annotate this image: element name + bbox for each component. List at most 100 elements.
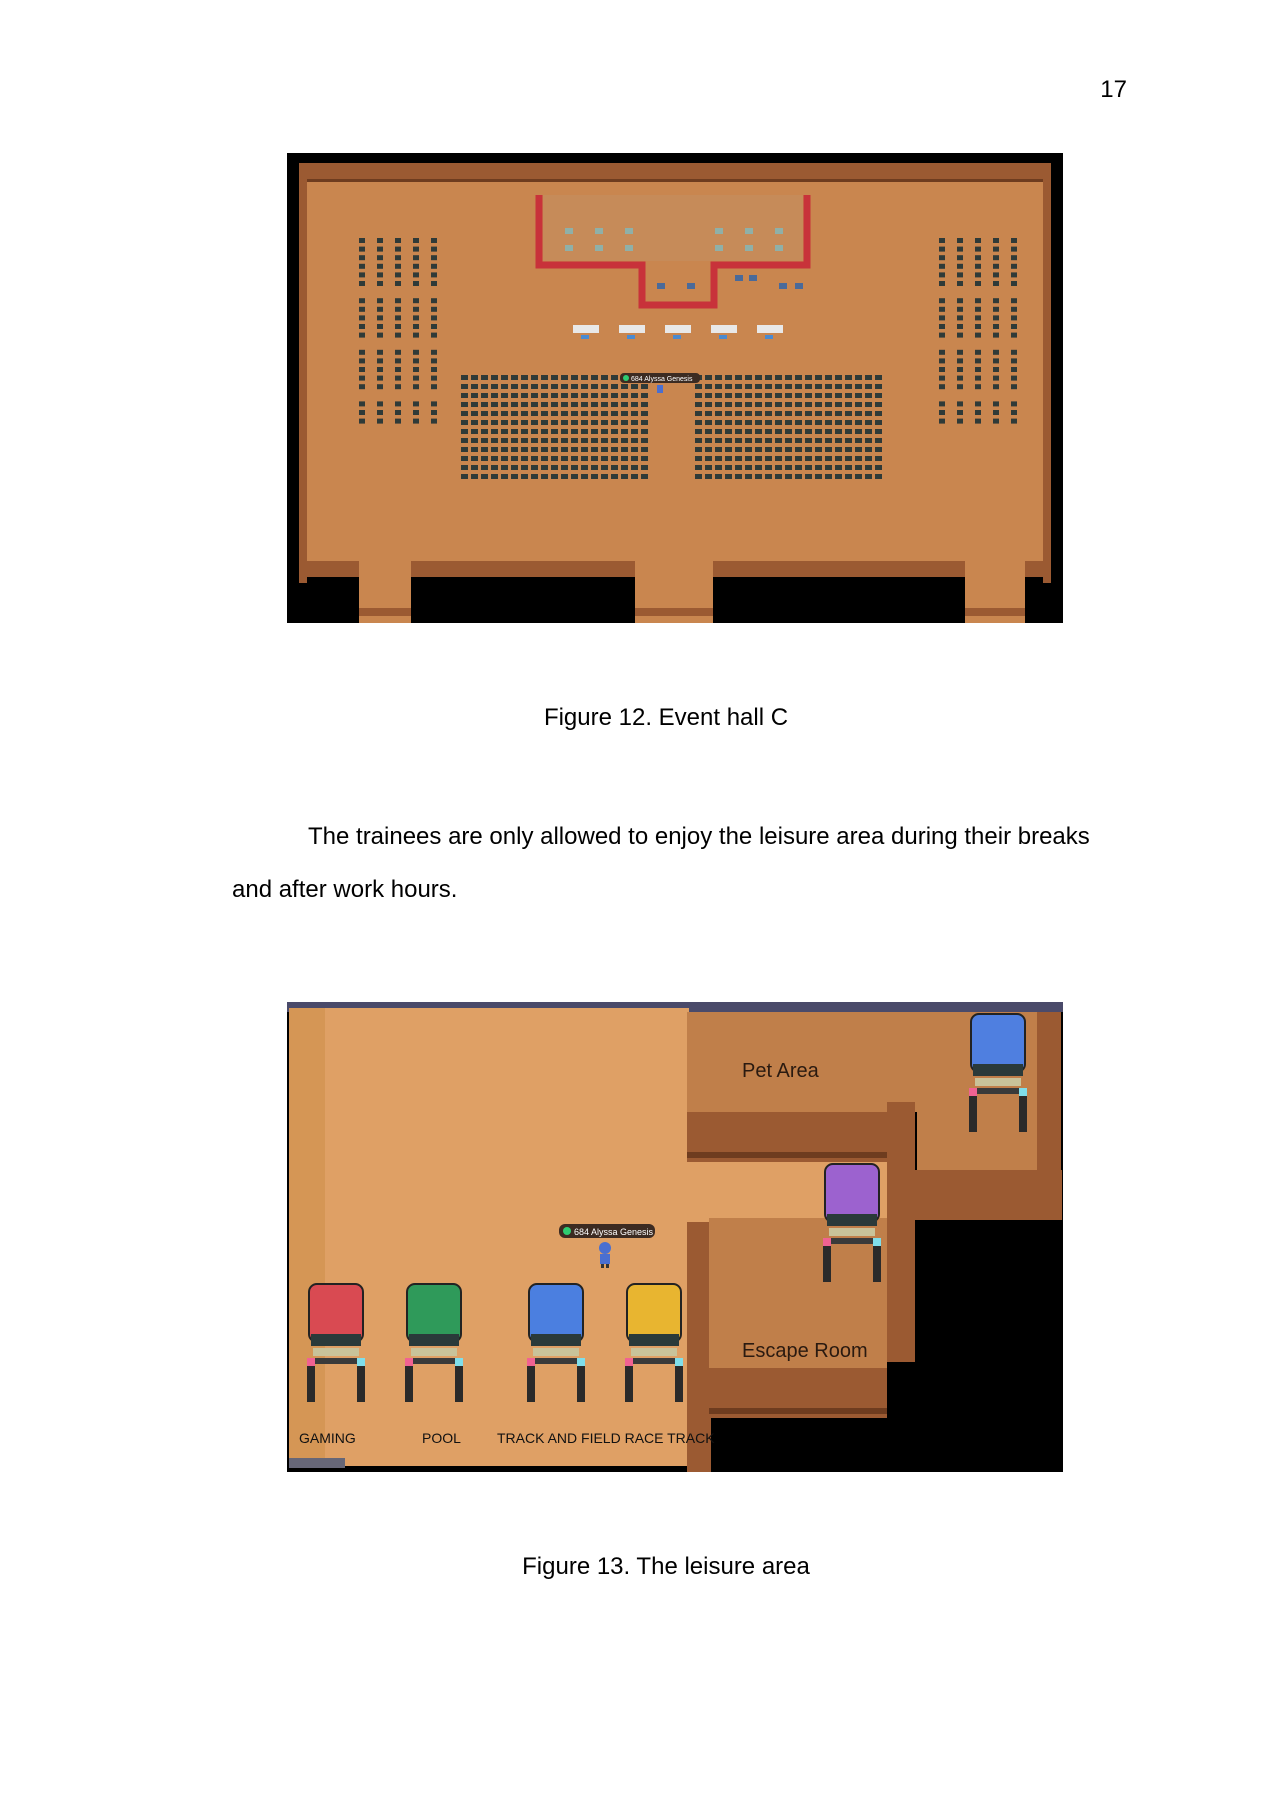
chair: [551, 474, 558, 479]
chair: [571, 438, 578, 443]
chair: [745, 420, 752, 425]
chair: [805, 438, 812, 443]
desk: [757, 325, 783, 333]
chair: [705, 384, 712, 389]
chair: [855, 456, 862, 461]
chair: [939, 315, 945, 321]
chair: [501, 384, 508, 389]
gaming-label: GAMING: [299, 1430, 356, 1446]
chair: [431, 255, 437, 261]
chair: [431, 375, 437, 381]
avatar-name-label: 684 Alyssa Genesis: [574, 1227, 654, 1237]
chair: [395, 384, 401, 390]
chair: [939, 306, 945, 312]
chair: [993, 263, 999, 269]
chair: [377, 246, 383, 252]
stage-seat: [745, 228, 753, 234]
chair: [975, 246, 981, 252]
chair: [805, 375, 812, 380]
stage-seat: [565, 245, 573, 251]
chair: [621, 474, 628, 479]
chair: [521, 384, 528, 389]
chair: [377, 332, 383, 338]
chair: [865, 465, 872, 470]
chair: [1011, 246, 1017, 252]
chair: [571, 375, 578, 380]
chair: [521, 447, 528, 452]
chair: [501, 411, 508, 416]
chair: [765, 474, 772, 479]
chair: [581, 474, 588, 479]
chair: [621, 384, 628, 389]
chair: [765, 402, 772, 407]
chair: [601, 429, 608, 434]
chair: [695, 384, 702, 389]
chair: [631, 447, 638, 452]
chair: [413, 238, 419, 243]
chair: [541, 393, 548, 398]
figure-13-caption: Figure 13. The leisure area: [522, 1553, 810, 1580]
stage-item: [749, 275, 757, 281]
chair: [541, 429, 548, 434]
chair: [581, 384, 588, 389]
chair: [571, 465, 578, 470]
chair: [715, 465, 722, 470]
chair: [1011, 384, 1017, 390]
chair: [431, 401, 437, 407]
chair: [957, 263, 963, 269]
chair: [561, 375, 568, 380]
chair: [511, 429, 518, 434]
chair: [845, 474, 852, 479]
chair: [755, 411, 762, 416]
chair: [571, 393, 578, 398]
chair: [359, 324, 365, 329]
chair: [621, 438, 628, 443]
chair: [581, 375, 588, 380]
chair: [975, 332, 981, 338]
chair: [471, 456, 478, 461]
leisure-area-figure: Pet Area Escape Room GAMING POOL TRACK A…: [287, 1002, 1063, 1472]
chair: [413, 349, 419, 355]
chair: [715, 393, 722, 398]
chair: [641, 393, 648, 398]
chair: [461, 375, 468, 380]
chair: [875, 429, 882, 434]
chair: [631, 474, 638, 479]
chair: [865, 375, 872, 380]
stage-seat: [775, 245, 783, 251]
chair: [521, 474, 528, 479]
chair: [715, 384, 722, 389]
chair: [561, 420, 568, 425]
chair: [735, 447, 742, 452]
chair: [631, 393, 638, 398]
chair: [835, 429, 842, 434]
hall-top-wall: [299, 163, 1051, 179]
chair: [939, 255, 945, 261]
chair: [975, 349, 981, 355]
chair: [845, 402, 852, 407]
chair: [377, 281, 383, 286]
chair: [481, 402, 488, 407]
chair: [845, 465, 852, 470]
chair: [735, 474, 742, 479]
chair: [601, 402, 608, 407]
chair: [491, 456, 498, 461]
chair: [431, 367, 437, 372]
event-hall-figure: 684 Alyssa Genesis: [287, 153, 1063, 623]
chair: [395, 375, 401, 381]
chair: [591, 465, 598, 470]
chair: [735, 420, 742, 425]
chair: [993, 306, 999, 312]
chair: [775, 402, 782, 407]
chair: [521, 375, 528, 380]
chair: [755, 429, 762, 434]
stage-seat: [715, 245, 723, 251]
chair: [511, 456, 518, 461]
chair: [501, 420, 508, 425]
chair: [825, 456, 832, 461]
desk-chair: [627, 335, 635, 339]
chair: [957, 358, 963, 364]
chair: [611, 420, 618, 425]
chair: [521, 438, 528, 443]
chair: [975, 298, 981, 304]
